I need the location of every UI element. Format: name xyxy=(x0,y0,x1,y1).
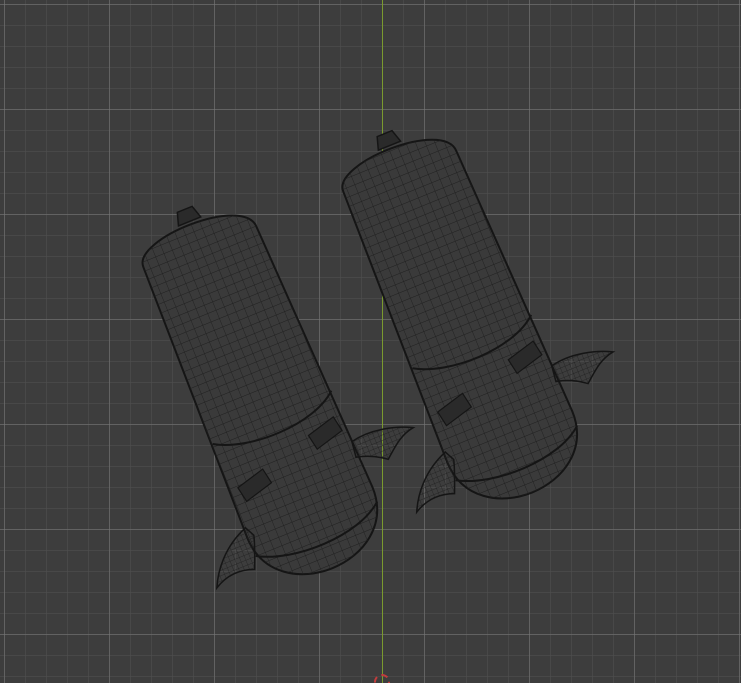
3d-viewport[interactable] xyxy=(0,0,741,683)
wireframe-scene xyxy=(141,129,616,591)
3d-cursor-icon[interactable] xyxy=(374,674,390,683)
